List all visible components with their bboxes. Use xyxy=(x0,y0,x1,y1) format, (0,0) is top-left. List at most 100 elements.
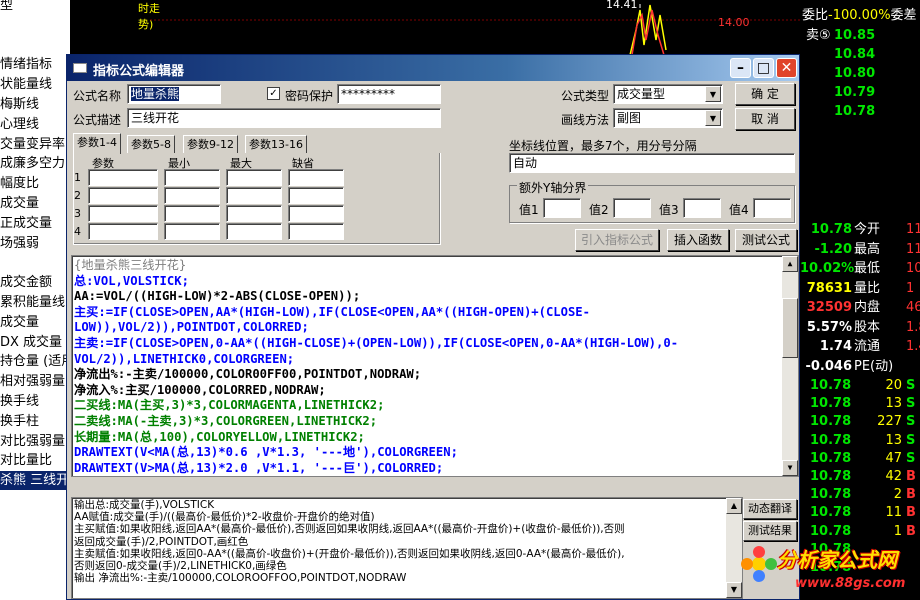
stat-row: 5.57%股本 1.8 xyxy=(800,318,920,337)
indicator-list-item[interactable]: 成交金额 xyxy=(0,273,52,292)
tick-price: 10.78 xyxy=(810,469,852,484)
close-button[interactable]: ✕ xyxy=(776,58,797,78)
param-input[interactable] xyxy=(88,205,158,222)
minimize-button[interactable]: – xyxy=(730,58,751,78)
tick-side: B xyxy=(906,505,916,521)
formula-desc-input[interactable]: 三线开花 xyxy=(127,108,441,128)
test-formula-button[interactable]: 测试公式 xyxy=(735,229,797,251)
code-scrollbar[interactable]: ▲ ▼ xyxy=(782,256,798,476)
param-input[interactable] xyxy=(88,187,158,204)
indicator-list-item[interactable]: 相对强弱量 xyxy=(0,372,65,391)
tick-row: 10.78 47 S xyxy=(810,449,915,468)
formula-type-label: 公式类型 xyxy=(561,89,610,103)
code-line: 主卖:=IF(CLOSE>OPEN,0-AA*((HIGH-CLOSE)+(OP… xyxy=(74,336,679,350)
param-input[interactable] xyxy=(226,169,282,186)
draw-method-label: 画线方法 xyxy=(561,113,610,127)
watermark-text: 分析家公式网 xyxy=(777,548,897,572)
indicator-list-item[interactable]: 对比强弱量 xyxy=(0,432,65,451)
indicator-list-item[interactable]: 杀熊 三线开 xyxy=(0,471,70,491)
cancel-button[interactable]: 取 消 xyxy=(735,108,795,130)
order-ratio-label: 委比 xyxy=(802,8,829,23)
param-input[interactable] xyxy=(164,223,220,240)
close-icon: ✕ xyxy=(780,60,793,76)
indicator-list-item[interactable]: 情绪指标 xyxy=(0,55,52,74)
indicator-list-item[interactable]: 状能量线 xyxy=(0,75,52,94)
import-indicator-button[interactable]: 引入指标公式 xyxy=(575,229,659,251)
indicator-list-item[interactable]: 累积能量线 xyxy=(0,293,65,312)
param-input[interactable] xyxy=(164,169,220,186)
tick-price: 10.78 xyxy=(810,378,852,393)
order-row: 10.80 xyxy=(806,64,875,83)
password-input[interactable]: ********* xyxy=(337,84,441,104)
indicator-list-item[interactable]: 持仓量 (适用 xyxy=(0,352,70,371)
indicator-list-item[interactable]: 正成交量 xyxy=(0,214,52,233)
formula-code-editor[interactable]: {地量杀熊三线开花} 总:VOL,VOLSTICK; AA:=VOL/((HIGH-… xyxy=(71,255,799,477)
order-ratio-value: -100.00% xyxy=(828,8,891,23)
formula-type-select[interactable]: 成交量型 ▼ xyxy=(613,84,723,104)
tick-price: 10.78 xyxy=(810,523,852,539)
param-input[interactable] xyxy=(226,205,282,222)
order-price: 10.78 xyxy=(834,104,876,119)
password-checkbox[interactable]: ✓ xyxy=(267,87,280,100)
param-input[interactable] xyxy=(226,187,282,204)
param-input[interactable] xyxy=(88,169,158,186)
dynamic-translate-button[interactable]: 动态翻译 xyxy=(743,499,797,519)
tab-params-5-8[interactable]: 参数5-8 xyxy=(127,135,175,153)
scroll-thumb[interactable] xyxy=(782,298,798,358)
indicator-list-item[interactable]: 换手线 xyxy=(0,392,39,411)
formula-desc-label: 公式描述 xyxy=(73,113,122,127)
param-input[interactable] xyxy=(288,205,344,222)
yaxis-value-input[interactable] xyxy=(753,198,791,218)
stat-value: -0.046 xyxy=(805,358,852,374)
indicator-list-item[interactable]: 场强弱 xyxy=(0,234,39,253)
output-line: 输出 净流出%:-主卖/100000,COLOROOFFOO,POINTDOT,… xyxy=(74,572,407,585)
indicator-list-item[interactable]: 幅度比 xyxy=(0,174,39,193)
coord-label: 坐标线位置，最多7个，用分号分隔 xyxy=(509,139,697,153)
title-bar[interactable]: 指标公式编辑器 – □ ✕ xyxy=(67,55,799,81)
tick-volume: 20 xyxy=(885,378,902,393)
yaxis-value-input[interactable] xyxy=(683,198,721,218)
param-input[interactable] xyxy=(288,223,344,240)
param-input[interactable] xyxy=(88,223,158,240)
scroll-down-icon[interactable]: ▼ xyxy=(782,460,798,476)
formula-name-value: 地量杀熊 xyxy=(131,87,180,101)
indicator-list-item[interactable]: 梅斯线 xyxy=(0,95,39,114)
param-input[interactable] xyxy=(164,187,220,204)
param-row-number: 1 xyxy=(74,171,81,184)
insert-function-button[interactable]: 插入函数 xyxy=(667,229,729,251)
tick-volume: 13 xyxy=(885,396,902,412)
indicator-list-item[interactable]: 对比量比 xyxy=(0,451,52,470)
coord-input[interactable]: 自动 xyxy=(509,153,795,173)
scroll-up-icon[interactable]: ▲ xyxy=(782,256,798,272)
indicator-list-item[interactable]: DX 成交量 xyxy=(0,333,62,352)
chart-strip: 时走 势) 14.41 14.00 xyxy=(70,0,800,55)
tab-params-1-4[interactable]: 参数1-4 xyxy=(73,133,121,154)
tab-params-9-12[interactable]: 参数9-12 xyxy=(183,135,238,153)
output-line: AA赋值:成交量(手)/((最高价-最低价)*2-收盘价-开盘价的绝对值) xyxy=(74,511,375,524)
formula-name-input[interactable]: 地量杀熊 xyxy=(127,84,221,104)
indicator-list-item[interactable]: 交量变异率 xyxy=(0,135,65,154)
scroll-up-icon[interactable]: ▲ xyxy=(726,498,742,514)
tick-row: 10.78 2 B xyxy=(810,485,916,504)
yaxis-value-input[interactable] xyxy=(613,198,651,218)
indicator-list-item[interactable]: 成交量 xyxy=(0,194,39,213)
code-line: 主买:=IF(CLOSE>OPEN,AA*(HIGH-LOW),IF(CLOSE… xyxy=(74,304,590,319)
yaxis-value-input[interactable] xyxy=(543,198,581,218)
maximize-button[interactable]: □ xyxy=(753,58,774,78)
param-grid: 参数 最小 最大 缺省 1 2 3 4 xyxy=(73,153,441,245)
indicator-list-item[interactable]: 成交量 xyxy=(0,313,39,332)
tab-params-13-16[interactable]: 参数13-16 xyxy=(245,135,307,153)
indicator-list-item[interactable]: 型 xyxy=(0,0,13,15)
draw-method-select[interactable]: 副图 ▼ xyxy=(613,108,723,128)
param-input[interactable] xyxy=(226,223,282,240)
indicator-list-item[interactable]: 成廉多空力 xyxy=(0,154,65,173)
stat-value: -1.20 xyxy=(814,241,852,257)
tick-side: B xyxy=(906,523,916,539)
ok-button[interactable]: 确 定 xyxy=(735,83,795,105)
indicator-list-item[interactable]: 心理线 xyxy=(0,115,39,134)
param-input[interactable] xyxy=(288,169,344,186)
indicator-list-item[interactable]: 换手柱 xyxy=(0,412,39,431)
param-input[interactable] xyxy=(164,205,220,222)
param-input[interactable] xyxy=(288,187,344,204)
test-result-button[interactable]: 测试结果 xyxy=(743,521,797,541)
